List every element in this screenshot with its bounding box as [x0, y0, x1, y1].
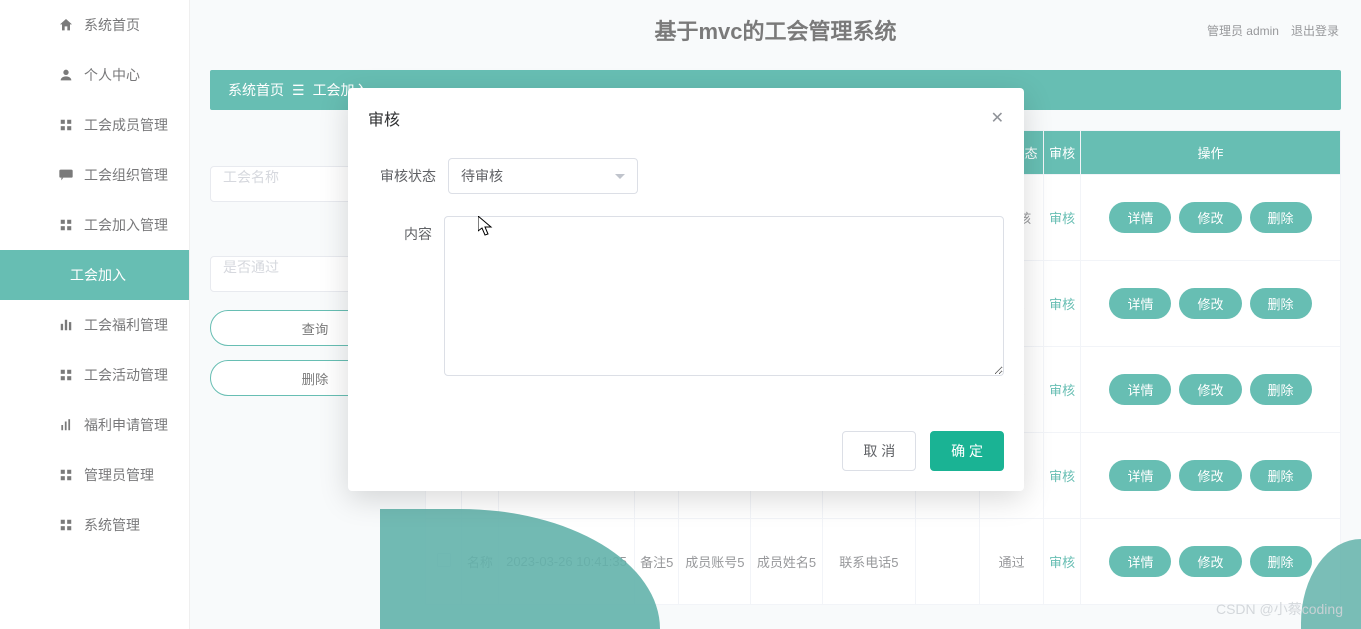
- content-textarea[interactable]: [444, 216, 1004, 376]
- close-icon[interactable]: ✕: [991, 108, 1004, 128]
- dialog-footer: 取 消 确 定: [348, 421, 1024, 491]
- audit-dialog: 审核 ✕ 审核状态 待审核 内容 取 消 确 定: [348, 88, 1024, 491]
- content-label: 内容: [368, 216, 444, 379]
- watermark: CSDN @小蔡coding: [1216, 599, 1343, 619]
- dialog-header: 审核 ✕: [348, 88, 1024, 148]
- cancel-button[interactable]: 取 消: [842, 431, 916, 471]
- dialog-title: 审核: [368, 106, 400, 130]
- form-row-content: 内容: [368, 216, 1004, 379]
- form-row-status: 审核状态 待审核: [368, 158, 1004, 194]
- status-label: 审核状态: [368, 158, 448, 194]
- dialog-body: 审核状态 待审核 内容: [348, 148, 1024, 421]
- confirm-button[interactable]: 确 定: [930, 431, 1004, 471]
- status-select[interactable]: 待审核: [448, 158, 638, 194]
- status-select-value: 待审核: [461, 166, 503, 186]
